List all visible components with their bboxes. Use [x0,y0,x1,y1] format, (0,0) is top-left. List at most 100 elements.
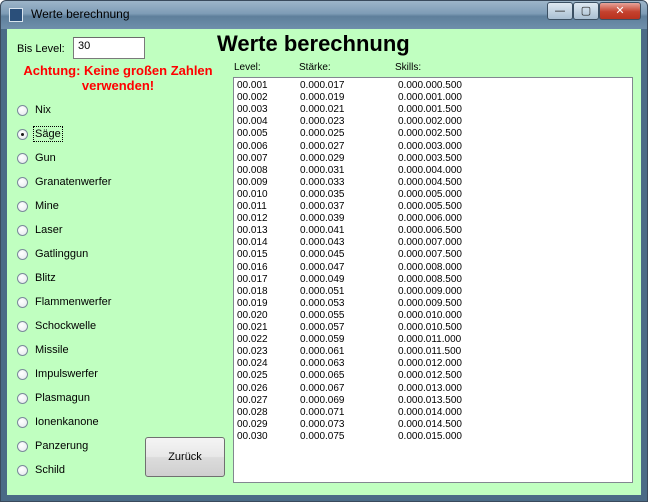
list-item[interactable]: 00.028 0.000.071 0.000.014.000 [234,407,632,419]
column-header-staerke: Stärke: [299,62,331,73]
cell-level: 00.003 [237,104,268,116]
form-client-area: Bis Level: 30 Werte berechnung Achtung: … [7,29,641,495]
radio-label: Impulswerfer [35,368,98,380]
list-item[interactable]: 00.016 0.000.047 0.000.008.000 [234,262,632,274]
radio-circle-icon[interactable] [17,129,28,140]
list-item[interactable]: 00.004 0.000.023 0.000.002.000 [234,116,632,128]
cell-staerke: 0.000.043 [300,237,345,249]
cell-staerke: 0.000.055 [300,309,345,321]
cell-level: 00.007 [237,152,268,164]
cell-staerke: 0.000.061 [300,346,345,358]
warning-line-2: verwenden! [81,78,155,93]
radio-circle-icon[interactable] [17,273,28,284]
radio-circle-icon[interactable] [17,297,28,308]
list-item[interactable]: 00.005 0.000.025 0.000.002.500 [234,128,632,140]
cell-skills: 0.000.008.000 [398,261,462,273]
list-item[interactable]: 00.030 0.000.075 0.000.015.000 [234,431,632,443]
list-item[interactable]: 00.008 0.000.031 0.000.004.000 [234,165,632,177]
cell-skills: 0.000.013.500 [398,394,462,406]
cell-level: 00.029 [237,418,268,430]
cell-level: 00.022 [237,334,268,346]
cell-skills: 0.000.011.500 [398,346,462,358]
cell-staerke: 0.000.065 [300,370,345,382]
radio-circle-icon[interactable] [17,249,28,260]
cell-staerke: 0.000.075 [300,430,345,442]
cell-skills: 0.000.010.500 [398,322,462,333]
list-item[interactable]: 00.023 0.000.061 0.000.011.500 [234,346,632,358]
list-item[interactable]: 00.014 0.000.043 0.000.007.000 [234,237,632,249]
list-item[interactable]: 00.021 0.000.057 0.000.010.500 [234,322,632,334]
list-item[interactable]: 00.006 0.000.027 0.000.003.000 [234,141,632,153]
radio-circle-icon[interactable] [17,225,28,236]
list-item[interactable]: 00.009 0.000.033 0.000.004.500 [234,177,632,189]
radio-circle-icon[interactable] [17,105,28,116]
list-item[interactable]: 00.026 0.000.067 0.000.013.000 [234,383,632,395]
window-title: Werte berechnung [31,7,130,21]
list-item[interactable]: 00.022 0.000.059 0.000.011.000 [234,334,632,346]
minimize-button[interactable]: — [547,2,573,20]
list-item[interactable]: 00.007 0.000.029 0.000.003.500 [234,153,632,165]
bis-level-label: Bis Level: [17,43,65,55]
radio-circle-icon[interactable] [17,201,28,212]
radio-circle-icon[interactable] [17,465,28,476]
radio-circle-icon[interactable] [17,417,28,428]
list-item[interactable]: 00.020 0.000.055 0.000.010.000 [234,310,632,322]
cell-level: 00.025 [237,370,268,382]
list-item[interactable]: 00.010 0.000.035 0.000.005.000 [234,189,632,201]
cell-staerke: 0.000.017 [300,80,345,91]
list-item[interactable]: 00.025 0.000.065 0.000.012.500 [234,370,632,382]
list-item[interactable]: 00.002 0.000.019 0.000.001.000 [234,92,632,104]
radio-circle-icon[interactable] [17,321,28,332]
cell-skills: 0.000.005.000 [398,188,462,200]
close-button[interactable]: ✕ [599,2,641,20]
cell-staerke: 0.000.053 [300,297,345,309]
results-listbox[interactable]: 00.001 0.000.017 0.000.000.500 00.002 0.000.… [233,77,633,483]
cell-level: 00.026 [237,382,268,394]
radio-label: Mine [35,200,59,212]
list-item[interactable]: 00.012 0.000.039 0.000.006.000 [234,213,632,225]
cell-level: 00.004 [237,116,268,128]
radio-circle-icon[interactable] [17,393,28,404]
radio-selected-dot-icon [21,133,24,136]
list-item[interactable]: 00.017 0.000.049 0.000.008.500 [234,274,632,286]
radio-circle-icon[interactable] [17,369,28,380]
list-item[interactable]: 00.029 0.000.073 0.000.014.500 [234,419,632,431]
cell-skills: 0.000.004.000 [398,164,462,176]
list-item[interactable]: 00.003 0.000.021 0.000.001.500 [234,104,632,116]
cell-level: 00.020 [237,309,268,321]
bis-level-input[interactable]: 30 [73,37,145,59]
warning-line-1: Achtung: Keine großen Zahlen [23,63,213,78]
list-item[interactable]: 00.027 0.000.069 0.000.013.500 [234,395,632,407]
list-item[interactable]: 00.018 0.000.051 0.000.009.000 [234,286,632,298]
cell-staerke: 0.000.027 [300,140,345,152]
cell-skills: 0.000.014.500 [398,418,462,430]
maximize-button[interactable]: ▢ [573,2,599,20]
radio-circle-icon[interactable] [17,177,28,188]
list-item[interactable]: 00.019 0.000.053 0.000.009.500 [234,298,632,310]
list-item[interactable]: 00.001 0.000.017 0.000.000.500 [234,80,632,92]
radio-label: Plasmagun [35,392,91,404]
cell-skills: 0.000.011.000 [398,334,462,346]
cell-level: 00.024 [237,358,268,370]
radio-circle-icon[interactable] [17,441,28,452]
cell-level: 00.023 [237,346,268,358]
list-item[interactable]: 00.024 0.000.063 0.000.012.000 [234,358,632,370]
cell-skills: 0.000.006.000 [398,213,462,225]
radio-circle-icon[interactable] [17,153,28,164]
list-item[interactable]: 00.015 0.000.045 0.000.007.500 [234,249,632,261]
cell-level: 00.019 [237,297,268,309]
list-item[interactable]: 00.013 0.000.041 0.000.006.500 [234,225,632,237]
cell-level: 00.027 [237,394,268,406]
list-item[interactable]: 00.011 0.000.037 0.000.005.500 [234,201,632,213]
cell-staerke: 0.000.019 [300,92,345,104]
column-header-level: Level: [234,62,261,73]
radio-circle-icon[interactable] [17,345,28,356]
cell-skills: 0.000.001.000 [398,92,462,104]
cell-staerke: 0.000.025 [300,128,345,140]
back-button[interactable]: Zurück [145,437,225,477]
cell-staerke: 0.000.067 [300,382,345,394]
cell-level: 00.017 [237,273,268,285]
radio-label: Schild [35,464,65,476]
cell-staerke: 0.000.069 [300,394,345,406]
title-bar[interactable]: Werte berechnung — ▢ ✕ [1,1,647,29]
